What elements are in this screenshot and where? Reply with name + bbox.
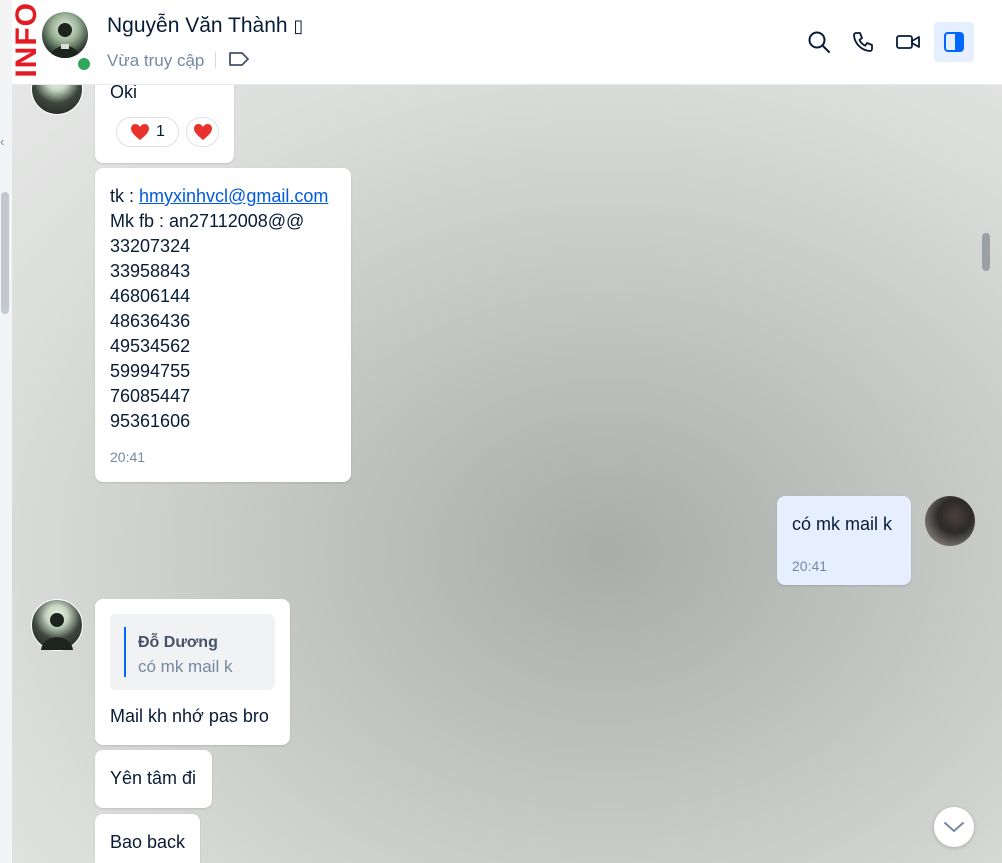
message-text: Mail kh nhớ pas bro (110, 706, 269, 726)
chevron-left-icon[interactable]: ‹ (0, 134, 4, 149)
sender-avatar[interactable] (31, 599, 83, 651)
tag-icon[interactable] (228, 50, 250, 73)
add-reaction-button[interactable] (186, 117, 219, 147)
contact-avatar[interactable] (42, 12, 88, 58)
watermark: INFO (10, 2, 43, 78)
phone-icon (853, 32, 873, 52)
contact-name[interactable]: Nguyễn Văn Thành ▯ (107, 14, 303, 38)
conversation-info-toggle[interactable] (934, 22, 974, 62)
contact-name-text: Nguyễn Văn Thành (107, 14, 288, 37)
code-line: 49534562 (110, 336, 191, 356)
scroll-to-bottom-button[interactable] (934, 807, 974, 847)
video-call-button[interactable] (888, 22, 928, 62)
left-scrollbar[interactable] (1, 192, 9, 314)
message-text: Bao back (110, 832, 186, 852)
message-bubble-bao-back[interactable]: Bao back (95, 814, 200, 863)
email-link[interactable]: hmyxinhvcl@gmail.com (139, 186, 328, 206)
header-divider (215, 52, 216, 68)
quoted-message[interactable]: Đỗ Dương có mk mail k (110, 614, 275, 690)
heart-icon (193, 124, 212, 140)
message-time: 20:41 (110, 449, 146, 465)
message-scrollbar[interactable] (982, 233, 990, 271)
reaction-summary[interactable]: 1 (116, 117, 179, 147)
tk-line: tk : hmyxinhvcl@gmail.com (110, 184, 328, 209)
message-text: Yên tâm đi (110, 768, 197, 788)
online-status-dot (76, 56, 92, 72)
quote-bar (124, 627, 126, 677)
sidebar-panel-icon (944, 32, 964, 52)
voice-call-button[interactable] (843, 22, 883, 62)
quote-text: có mk mail k (138, 657, 233, 676)
sender-avatar[interactable] (31, 85, 83, 115)
message-time: 20:41 (792, 558, 828, 574)
code-line: 95361606 (110, 411, 191, 431)
code-line: 76085447 (110, 386, 191, 406)
code-line: 46806144 (110, 286, 191, 306)
message-text: Oki (110, 85, 137, 102)
search-button[interactable] (799, 22, 839, 62)
heart-icon (131, 124, 150, 140)
code-line: 33207324 (110, 236, 191, 256)
message-bubble-outgoing[interactable]: có mk mail k 20:41 (777, 496, 911, 585)
video-camera-icon (896, 35, 920, 49)
message-text: có mk mail k (792, 514, 893, 534)
quote-sender: Đỗ Dương (138, 634, 218, 651)
message-bubble-account[interactable]: tk : hmyxinhvcl@gmail.com Mk fb : an2711… (95, 168, 351, 482)
name-suffix-glyph: ▯ (293, 16, 304, 36)
code-line: 48636436 (110, 311, 191, 331)
tk-label: tk : (110, 186, 140, 206)
code-line: 33958843 (110, 261, 191, 281)
chevron-down-icon (944, 822, 964, 832)
mk-line: Mk fb : an27112008@@ (110, 211, 305, 231)
reaction-count: 1 (156, 123, 165, 140)
chat-header: Nguyễn Văn Thành ▯ Vừa truy cập (12, 0, 1002, 85)
search-icon (808, 31, 830, 53)
message-bubble-yen-tam[interactable]: Yên tâm đi (95, 750, 212, 808)
message-list[interactable]: Oki 1 tk : hmyxinhvcl@gmail.com Mk fb : … (12, 85, 1002, 863)
my-avatar[interactable] (925, 496, 975, 546)
message-bubble-reply[interactable]: Đỗ Dương có mk mail k Mail kh nhớ pas br… (95, 599, 290, 745)
contact-status: Vừa truy cập (107, 51, 205, 70)
code-line: 59994755 (110, 361, 191, 381)
